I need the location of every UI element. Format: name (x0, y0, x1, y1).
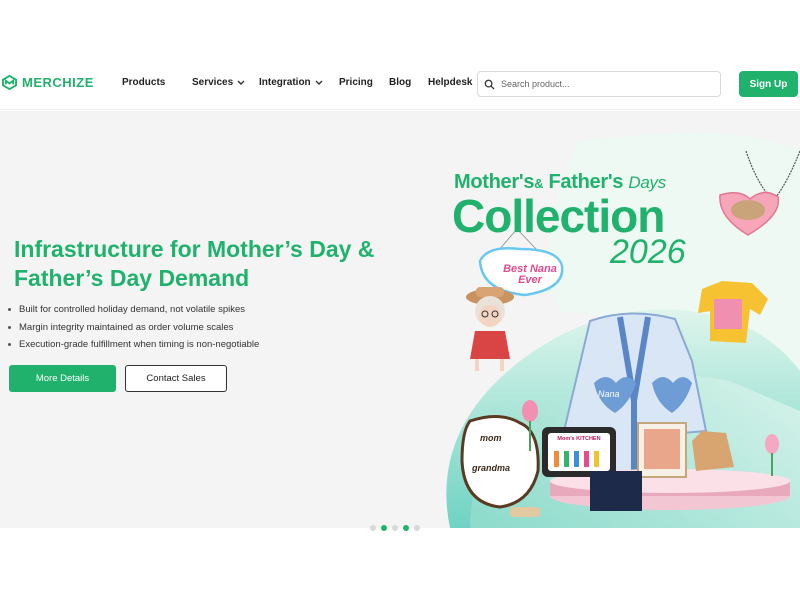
chevron-down-icon (237, 80, 245, 85)
nav-blog[interactable]: Blog (389, 77, 411, 88)
contact-sales-button[interactable]: Contact Sales (125, 365, 227, 392)
chevron-down-icon (315, 80, 323, 85)
hero-bullet: Built for controlled holiday demand, not… (8, 301, 259, 319)
hero-bullet-text: Built for controlled holiday demand, not… (19, 304, 246, 315)
banner-year-text: 2026 (610, 233, 686, 271)
carousel-dot-active[interactable] (403, 525, 409, 531)
more-details-button[interactable]: More Details (9, 365, 116, 392)
collection-banner[interactable]: Mother's& Father's Days Collection 2026 … (430, 111, 800, 528)
bullet-dot-icon (8, 325, 11, 329)
nav-pricing-label: Pricing (339, 77, 373, 88)
search-input[interactable] (501, 79, 701, 89)
carousel-dot[interactable] (414, 525, 420, 531)
nana-dress (470, 331, 510, 359)
wooden-heart-board (460, 415, 540, 509)
nav-services[interactable]: Services (192, 77, 245, 88)
nav-helpdesk-label: Helpdesk (428, 77, 473, 88)
hero-bullet-text: Margin integrity maintained as order vol… (19, 321, 234, 333)
hero-bullet: Execution-grade fulfillment when timing … (8, 336, 259, 354)
carousel-dot[interactable] (392, 525, 398, 531)
nav-integration-label: Integration (259, 77, 311, 88)
sign-up-button[interactable]: Sign Up (739, 71, 798, 97)
hero-bullet-text: Execution-grade fulfillment when timing … (19, 339, 260, 350)
carousel-indicators (370, 525, 420, 531)
board-label-bottom: grandma (472, 463, 511, 473)
bullet-dot-icon (8, 343, 11, 347)
page: MERCHIZE Products Services Integration P… (0, 0, 800, 600)
search-icon (484, 79, 495, 90)
ornament-label: Best Nana Ever (503, 263, 557, 286)
kitchen-sign-label: Mom's KITCHEN (557, 436, 601, 442)
merchize-logo-icon (2, 75, 17, 90)
gift-box-product (590, 471, 642, 511)
nav-blog-label: Blog (389, 77, 412, 88)
carousel-dot-active[interactable] (381, 525, 387, 531)
nav-products-label: Products (122, 77, 166, 88)
search-box[interactable] (477, 71, 721, 97)
hero-section: Infrastructure for Mother’s Day & Father… (0, 111, 800, 528)
carousel-dot[interactable] (370, 525, 376, 531)
board-label-top: mom (480, 433, 502, 443)
bullet-dot-icon (8, 308, 11, 312)
cardigan-label: Nana (598, 389, 620, 399)
nav-integration[interactable]: Integration (259, 77, 323, 88)
nav-helpdesk[interactable]: Helpdesk (428, 77, 472, 88)
hero-title: Infrastructure for Mother’s Day & Father… (14, 236, 375, 291)
hero-bullet: Margin integrity maintained as order vol… (8, 319, 259, 337)
brand-name: MERCHIZE (22, 75, 94, 90)
nav-products[interactable]: Products (122, 77, 165, 88)
nav-pricing[interactable]: Pricing (339, 77, 373, 88)
brand-logo[interactable]: MERCHIZE (2, 75, 94, 90)
top-navigation-bar: MERCHIZE Products Services Integration P… (0, 60, 800, 110)
hero-bullet-list: Built for controlled holiday demand, not… (8, 301, 259, 354)
nav-services-label: Services (192, 77, 234, 88)
